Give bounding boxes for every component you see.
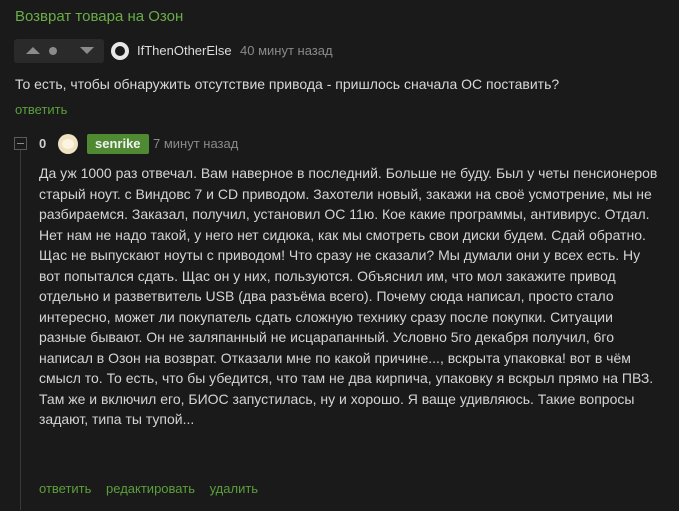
post-title[interactable]: Возврат товара на Озон — [15, 8, 183, 25]
comment-line: написал в Озон на возврат. Отказали мне … — [39, 349, 631, 366]
collapse-icon[interactable] — [14, 137, 27, 150]
vote-controls — [14, 39, 104, 63]
comment-line: разные бывают. Он не заляпанный не исцар… — [39, 329, 614, 345]
comment-line: разбираемся. Заказал, получил, установил… — [39, 206, 650, 222]
comment-line: Там же и включил его, БИОС запустилась, … — [39, 390, 635, 407]
comment-line: Да уж 1000 раз отвечал. Вам наверное в п… — [39, 165, 658, 181]
comment-line: смысл то. То есть, что бы убедится, что … — [39, 370, 654, 386]
reply-link[interactable]: ответить — [39, 481, 91, 496]
reply-timestamp[interactable]: 7 минут назад — [153, 136, 238, 151]
comment-actions: ответить редактировать удалить — [39, 481, 269, 496]
comment-line: задают, типа ты тупой... — [39, 411, 195, 427]
parent-timestamp[interactable]: 40 минут назад — [240, 43, 333, 58]
comment-line: интересно, может ли покупатель сдать сло… — [39, 308, 613, 325]
comment-line: старый ноут. с Виндовс 7 и CD приводом. … — [39, 185, 652, 202]
parent-username[interactable]: IfThenOtherElse — [137, 43, 232, 58]
comment-score: 0 — [39, 136, 47, 151]
comment-line: Щас не выпускают ноуты с приводом! Что с… — [39, 247, 641, 263]
user-avatar-icon[interactable] — [111, 42, 129, 60]
comment-line: Нет нам не надо такой, у него нет сидюка… — [39, 226, 646, 243]
edit-link[interactable]: редактировать — [106, 481, 195, 496]
upvote-icon[interactable] — [26, 47, 40, 54]
parent-reply-link[interactable]: ответить — [15, 102, 67, 117]
parent-comment-text: То есть, чтобы обнаружить отсутствие при… — [15, 76, 560, 92]
comment-line: отдельно и разветвитель USB (два разъёма… — [39, 288, 614, 304]
senrike-avatar-icon[interactable] — [58, 134, 78, 154]
vote-neutral-icon — [49, 47, 57, 55]
comment-line: вот попытался сдать. Щас он у них, польз… — [39, 267, 616, 284]
reply-comment-body: Да уж 1000 раз отвечал. Вам наверное в п… — [39, 163, 671, 430]
thread-line[interactable] — [20, 150, 21, 510]
delete-link[interactable]: удалить — [210, 481, 258, 496]
downvote-icon[interactable] — [80, 47, 94, 54]
author-badge[interactable]: senrike — [87, 134, 149, 154]
